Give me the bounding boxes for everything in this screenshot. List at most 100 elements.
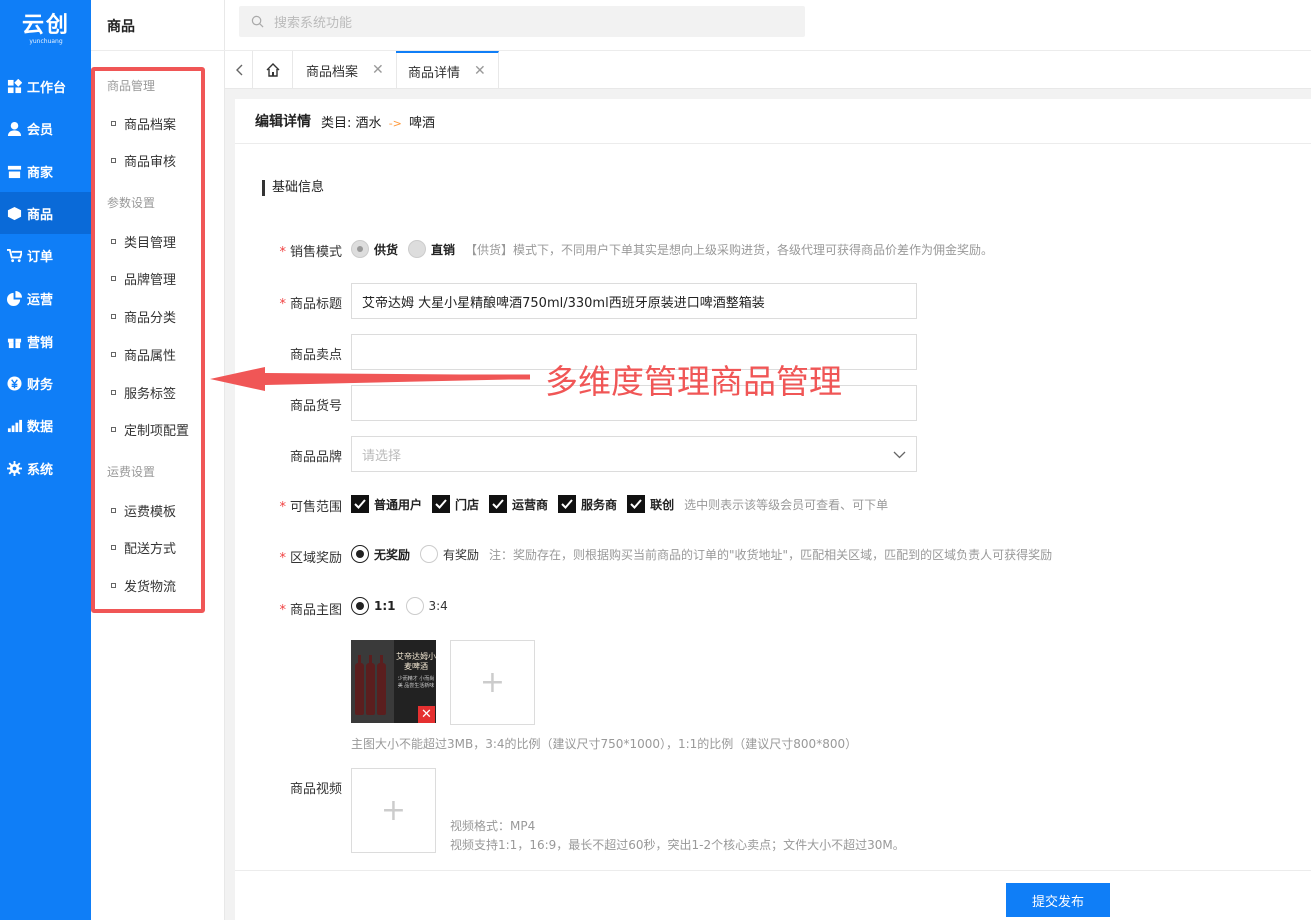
divider <box>91 50 225 51</box>
checkbox-store[interactable]: 门店 <box>432 495 479 513</box>
radio-label: 3:4 <box>428 599 448 613</box>
nav-label: 工作台 <box>27 80 67 96</box>
nav-item-marketing[interactable]: 营销 <box>0 320 91 362</box>
bars-icon <box>7 419 22 432</box>
nav-item-workbench[interactable]: 工作台 <box>0 65 91 107</box>
video-hint: 视频支持1:1，16:9，最长不超过60秒，突出1-2个核心卖点；文件大小不超过… <box>450 838 905 852</box>
store-icon <box>7 165 22 178</box>
scope-hint: 选中则表示该等级会员可查看、可下单 <box>684 497 889 512</box>
nav-item-data[interactable]: 数据 <box>0 404 91 446</box>
logo-subtext: yunchuang <box>29 38 63 45</box>
scope-label: * 可售范围 <box>232 496 342 515</box>
field-label: 区域奖励 <box>289 551 342 566</box>
radio-ratio-3-4[interactable]: 3:4 <box>405 597 448 615</box>
tab-home[interactable] <box>253 51 293 89</box>
tab-label: 商品详情 <box>408 65 461 81</box>
divider <box>235 870 1311 871</box>
nav-item-system[interactable]: 系统 <box>0 447 91 489</box>
region-reward-row: 无奖励 有奖励 注：奖励存在，则根据购买当前商品的订单的"收货地址"，匹配相关区… <box>351 545 1052 563</box>
nav-item-member[interactable]: 会员 <box>0 107 91 149</box>
nav-item-operation[interactable]: 运营 <box>0 277 91 319</box>
field-label: 商品标题 <box>289 297 342 312</box>
annotation-text: 多维度管理商品管理 <box>545 362 842 401</box>
search-input[interactable]: 搜索系统功能 <box>239 6 805 37</box>
close-icon[interactable]: ✕ <box>474 63 486 79</box>
nav-label: 商家 <box>27 165 54 181</box>
field-label: 销售模式 <box>289 245 342 260</box>
category-prefix: 类目: <box>321 115 352 131</box>
nav-item-order[interactable]: 订单 <box>0 234 91 276</box>
chevron-left-icon <box>235 64 242 76</box>
primary-nav: 云创 yunchuang 工作台 会员 商家 商品 订单 运营 营销 财务 数据… <box>0 0 91 920</box>
video-label: 商品视频 <box>232 778 342 797</box>
main-image-label: * 商品主图 <box>232 599 342 618</box>
field-label: 商品视频 <box>289 782 342 797</box>
title-label: * 商品标题 <box>232 293 342 312</box>
tab-label: 商品档案 <box>306 64 359 80</box>
close-icon[interactable]: ✕ <box>372 62 384 78</box>
sidebar-title: 商品 <box>107 19 135 35</box>
tab-product-detail[interactable]: 商品详情 ✕ <box>396 51 499 89</box>
nav-item-product[interactable]: 商品 <box>0 192 91 234</box>
radio-ratio-1-1[interactable]: 1:1 <box>351 597 396 615</box>
checkbox-service-provider[interactable]: 服务商 <box>558 495 617 513</box>
checkbox-label: 服务商 <box>581 497 618 512</box>
video-format-hint: 视频格式：MP4 <box>450 819 536 833</box>
gift-icon <box>7 338 22 348</box>
checkbox-normal-user[interactable]: 普通用户 <box>351 495 422 513</box>
add-video-button[interactable]: + <box>351 768 436 853</box>
search-icon <box>251 15 264 28</box>
brand-select[interactable]: 请选择 <box>351 436 917 472</box>
brand-label: 商品品牌 <box>232 446 342 465</box>
checkbox-label: 运营商 <box>512 497 549 512</box>
radio-has-reward[interactable]: 有奖励 <box>420 545 479 563</box>
nav-item-merchant[interactable]: 商家 <box>0 150 91 192</box>
thumbnail-subtitle: 少而精才 小而尚美 品尝生活新味 <box>397 676 435 689</box>
nav-label: 财务 <box>27 377 54 393</box>
select-placeholder: 请选择 <box>362 448 402 464</box>
field-label: 商品品牌 <box>289 450 342 465</box>
radio-circle <box>351 597 369 615</box>
nav-label: 数据 <box>27 419 54 435</box>
page-title: 编辑详情 <box>255 114 311 130</box>
required-mark: * <box>279 500 286 515</box>
required-mark: * <box>279 551 286 566</box>
nav-label: 会员 <box>27 122 54 138</box>
delete-image-button[interactable]: ✕ <box>418 706 435 723</box>
logo: 云创 yunchuang <box>17 14 75 48</box>
tab-product-archive[interactable]: 商品档案 ✕ <box>294 51 397 89</box>
radio-circle <box>405 597 424 615</box>
nav-item-finance[interactable]: 财务 <box>0 362 91 404</box>
product-title-input[interactable]: 艾帝达姆 大星小星精酿啤酒750ml/330ml西班牙原装进口啤酒整箱装 <box>351 283 917 319</box>
radio-no-reward[interactable]: 无奖励 <box>351 545 410 563</box>
yen-icon <box>7 375 22 391</box>
pie-icon <box>7 290 22 306</box>
add-image-button[interactable]: + <box>450 640 535 725</box>
checkbox-partner[interactable]: 联创 <box>627 495 674 513</box>
check-icon <box>558 495 577 513</box>
category-parent: 酒水 <box>355 115 382 131</box>
radio-supply[interactable]: 供货 <box>351 240 398 258</box>
chevron-down-icon <box>893 451 906 459</box>
field-label: 可售范围 <box>289 500 342 515</box>
tab-scroll-left-button[interactable] <box>225 51 253 89</box>
cart-icon <box>7 248 22 262</box>
radio-direct[interactable]: 直销 <box>408 240 455 258</box>
content-gutter <box>225 89 1311 99</box>
category-path: 类目: 酒水 -> 啤酒 <box>321 112 435 131</box>
check-icon <box>489 495 508 513</box>
field-label: 商品主图 <box>289 603 342 618</box>
plus-icon: + <box>380 793 407 828</box>
category-child: 啤酒 <box>409 115 436 131</box>
submit-button[interactable]: 提交发布 <box>1006 883 1110 917</box>
main-image-ratio-row: 1:1 3:4 <box>351 597 458 615</box>
gear-icon <box>7 460 22 476</box>
logo-text: 云创 <box>21 13 70 38</box>
bottle-shape <box>366 655 375 715</box>
checkbox-operator[interactable]: 运营商 <box>489 495 548 513</box>
search-placeholder: 搜索系统功能 <box>274 16 353 31</box>
radio-label: 有奖励 <box>443 547 480 562</box>
nav-label: 运营 <box>27 292 54 308</box>
main-image-hint: 主图大小不能超过3MB，3:4的比例（建议尺寸750*1000），1:1的比例（… <box>351 737 858 751</box>
radio-label: 1:1 <box>374 599 396 613</box>
